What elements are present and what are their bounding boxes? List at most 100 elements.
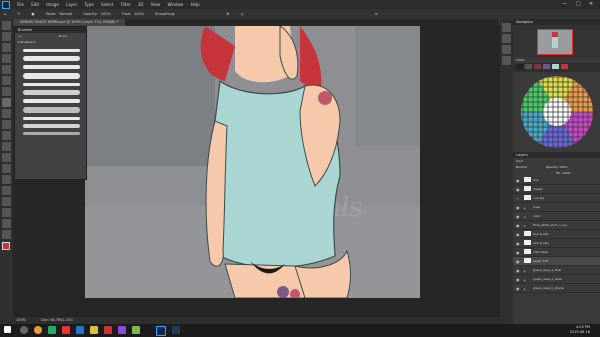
menu-view[interactable]: View [151, 2, 161, 7]
swatch[interactable] [561, 64, 568, 69]
channels-icon[interactable] [502, 56, 511, 65]
home-icon[interactable]: ⌂ [4, 12, 6, 16]
menu-3d[interactable]: 3D [138, 2, 144, 7]
eyedropper-tool-icon[interactable] [2, 76, 11, 85]
blur-tool-icon[interactable] [2, 153, 11, 162]
layer-opacity-value[interactable]: 100% [559, 165, 568, 169]
app-icon[interactable] [132, 326, 140, 334]
brush-preset[interactable] [23, 132, 80, 135]
color-wheel[interactable] [513, 72, 600, 152]
layer-row[interactable]: ◉ hair & skin [513, 230, 600, 239]
menu-layer[interactable]: Layer [66, 2, 77, 7]
eye-icon[interactable]: ◉ [516, 195, 520, 203]
layer-row[interactable]: ◉ ▾ color [513, 212, 600, 221]
eye-icon[interactable]: ◉ [516, 276, 520, 284]
dodge-tool-icon[interactable] [2, 164, 11, 173]
eye-icon[interactable]: ◉ [516, 222, 520, 230]
swatch[interactable] [516, 64, 523, 69]
pressure-icon[interactable]: ◎ [241, 12, 244, 16]
layer-row[interactable]: ◉ lineart [513, 185, 600, 194]
layer-row[interactable]: ◉ ▾ final_white_shirt_n_pry [513, 221, 600, 230]
swatch[interactable] [525, 64, 532, 69]
menu-help[interactable]: Help [191, 2, 200, 7]
eye-icon[interactable]: ◉ [516, 213, 520, 221]
brush-preset[interactable] [23, 73, 80, 79]
brush-preset[interactable] [23, 90, 80, 95]
zoom-tool-icon[interactable] [2, 230, 11, 239]
brush-preset[interactable] [23, 124, 80, 128]
eye-icon[interactable]: ◉ [516, 267, 520, 275]
layer-row-selected[interactable]: ◉ Layer 734 [513, 257, 600, 266]
system-clock[interactable]: 4:03 PM 2019-06-18 [570, 325, 590, 335]
swatch[interactable] [552, 64, 559, 69]
swatch[interactable] [534, 64, 541, 69]
layer-row[interactable]: ◉ hair & skin [513, 239, 600, 248]
quick-select-tool-icon[interactable] [2, 54, 11, 63]
lasso-tool-icon[interactable] [2, 43, 11, 52]
eraser-tool-icon[interactable] [2, 131, 11, 140]
layer-row[interactable]: ◉ ▸ green_area_b_shade [513, 284, 600, 293]
type-tool-icon[interactable] [2, 186, 11, 195]
adjustments-icon[interactable] [502, 45, 511, 54]
eye-icon[interactable]: ◉ [516, 258, 520, 266]
color-swatches[interactable] [0, 242, 13, 256]
minimize-button[interactable]: — [562, 0, 567, 9]
mode-select[interactable]: Normal [59, 12, 72, 16]
layer-row[interactable]: ◉ ▸ green_area_a_base [513, 275, 600, 284]
blend-mode-select[interactable]: Normal [516, 165, 527, 169]
layer-row[interactable]: ◉ overlay [513, 194, 600, 203]
menu-image[interactable]: Image [46, 2, 59, 7]
layer-filter-kind[interactable]: Kind [516, 159, 523, 163]
layer-row[interactable]: ◉ line [513, 176, 600, 185]
history-brush-tool-icon[interactable] [2, 120, 11, 129]
move-tool-icon[interactable] [2, 21, 11, 30]
menu-edit[interactable]: Edit [31, 2, 39, 7]
healing-tool-icon[interactable] [2, 87, 11, 96]
brush-size-value[interactable]: 35 px [58, 34, 66, 38]
layer-fill-value[interactable]: 100% [562, 171, 571, 175]
app-icon[interactable] [76, 326, 84, 334]
windows-start-icon[interactable] [4, 326, 11, 333]
properties-icon[interactable] [502, 34, 511, 43]
foreground-color-swatch[interactable] [2, 242, 10, 250]
menu-select[interactable]: Select [101, 2, 113, 7]
maximize-button[interactable]: □ [576, 0, 581, 9]
folder-icon[interactable] [90, 326, 98, 334]
opacity-value[interactable]: 100% [101, 12, 111, 16]
brush-preset[interactable] [23, 49, 80, 52]
settings-gear-icon[interactable]: ⚙ [226, 12, 229, 16]
gradient-tool-icon[interactable] [2, 142, 11, 151]
shape-tool-icon[interactable] [2, 208, 11, 217]
zoom-level[interactable]: 100% [16, 318, 26, 322]
brush-preset[interactable] [23, 99, 80, 103]
app-icon[interactable] [172, 326, 180, 334]
eye-icon[interactable]: ◉ [516, 204, 520, 212]
eye-icon[interactable]: ◉ [516, 249, 520, 257]
menu-window[interactable]: Window [168, 2, 184, 7]
layer-row[interactable]: ◉ ▸ lines [513, 203, 600, 212]
symmetry-icon[interactable]: ⇋ [375, 12, 378, 16]
app-icon[interactable] [104, 326, 112, 334]
artwork-canvas[interactable]: Jals [85, 26, 420, 298]
marquee-tool-icon[interactable] [2, 32, 11, 41]
stamp-tool-icon[interactable] [2, 109, 11, 118]
document-tab[interactable]: ZINARU GRACE HERM.psd @ 100% (Layer 734,… [14, 19, 125, 26]
brush-preset[interactable] [23, 83, 80, 86]
app-icon[interactable] [118, 326, 126, 334]
search-icon[interactable] [20, 326, 28, 334]
menu-type[interactable]: Type [85, 2, 94, 7]
eye-icon[interactable]: ◉ [516, 186, 520, 194]
brush-preset[interactable] [23, 107, 80, 113]
eye-icon[interactable]: ◉ [516, 285, 520, 293]
brush-tool-icon[interactable] [2, 98, 11, 107]
brush-preset[interactable] [23, 56, 80, 61]
crop-tool-icon[interactable] [2, 65, 11, 74]
eye-icon[interactable]: ◉ [516, 177, 520, 185]
hand-tool-icon[interactable] [2, 219, 11, 228]
navigator-viewport[interactable] [537, 29, 573, 55]
eye-icon[interactable]: ◉ [516, 231, 520, 239]
flow-value[interactable]: 100% [134, 12, 144, 16]
brush-tool-icon[interactable]: ✎ [17, 12, 20, 16]
app-icon[interactable] [62, 326, 70, 334]
pen-tool-icon[interactable] [2, 175, 11, 184]
